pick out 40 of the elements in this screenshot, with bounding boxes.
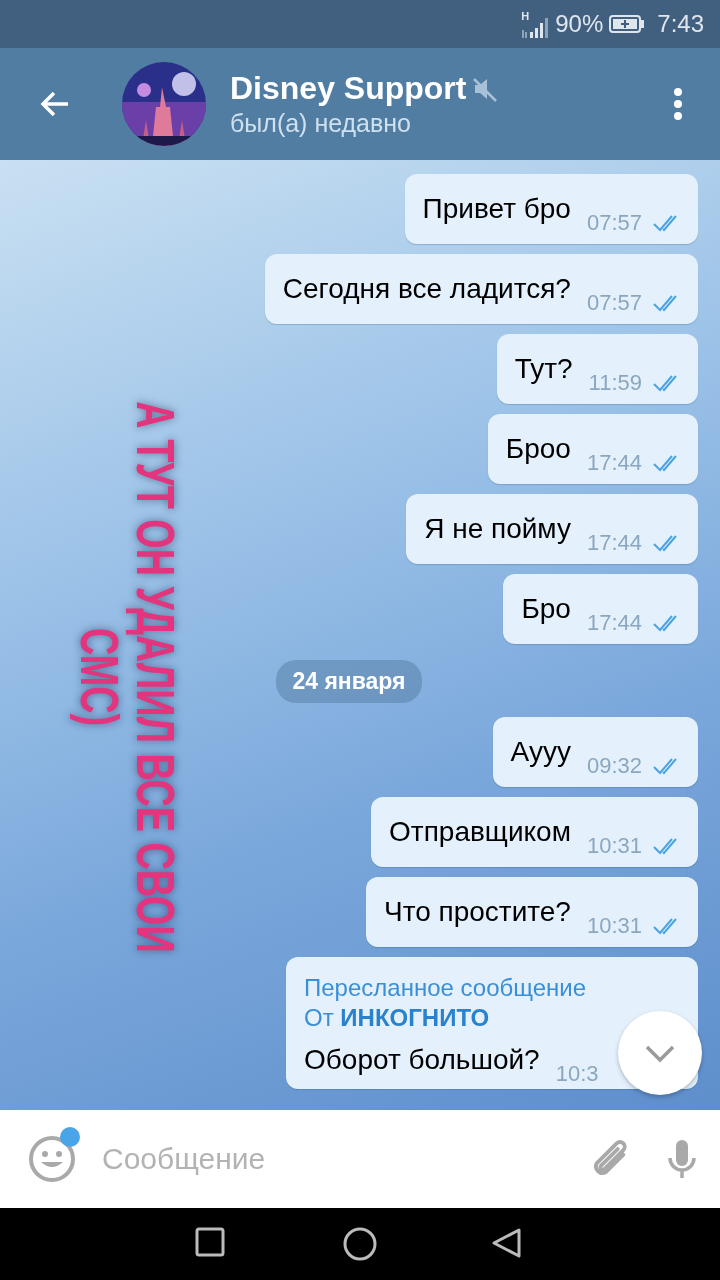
message-text: Тут? [514, 352, 573, 386]
message-time: 10:31 [586, 833, 642, 859]
microphone-icon [666, 1138, 698, 1180]
message-text: Привет бро [422, 192, 571, 226]
more-button[interactable] [674, 88, 682, 120]
message-time: 17:44 [586, 530, 642, 556]
home-button[interactable] [343, 1227, 377, 1261]
battery-icon [609, 15, 646, 33]
chat-title: Disney Support [230, 70, 467, 107]
message-time: 10:3 [555, 1061, 599, 1087]
message-text: Что простите? [384, 895, 571, 929]
message-text: Сегодня все ладится? [282, 272, 571, 306]
message-time: 17:44 [586, 610, 642, 636]
forwarded-sender: От ИНКОГНИТО [304, 1003, 491, 1033]
message-field[interactable]: Сообщение [102, 1142, 554, 1176]
date-badge: 24 января [276, 660, 422, 703]
smiley-icon [28, 1135, 76, 1183]
forwarded-label: Пересланное сообщение [304, 973, 588, 1003]
microphone-button[interactable] [666, 1138, 698, 1180]
message-text: Отправщиком [389, 815, 571, 849]
message-time: 10:31 [586, 913, 642, 939]
clock: 7:43 [657, 10, 704, 38]
network-type: H [521, 10, 530, 22]
message-text: Оборот большой? [304, 1043, 540, 1077]
emoji-button[interactable] [28, 1135, 76, 1183]
more-icon [674, 88, 682, 120]
message-time: 09:32 [586, 753, 642, 779]
message-time: 11:59 [588, 370, 642, 396]
chevron-down-icon [644, 1043, 676, 1063]
message-time: 07:57 [586, 210, 642, 236]
message-text: Аууу [510, 735, 571, 769]
message-time: 17:44 [586, 450, 642, 476]
message-text: Броо [505, 432, 571, 466]
last-seen-status: был(а) недавно [230, 109, 413, 138]
overlay-caption: А ТУТ ОН УДАЛИЛ ВСЕ СВОИ СМС) [72, 400, 184, 955]
message-text: Я не пойму [424, 512, 571, 546]
battery-percent: 90% [555, 10, 604, 38]
message-text: Бро [521, 592, 571, 626]
home-icon [343, 1227, 377, 1261]
message-time: 07:57 [586, 290, 642, 316]
